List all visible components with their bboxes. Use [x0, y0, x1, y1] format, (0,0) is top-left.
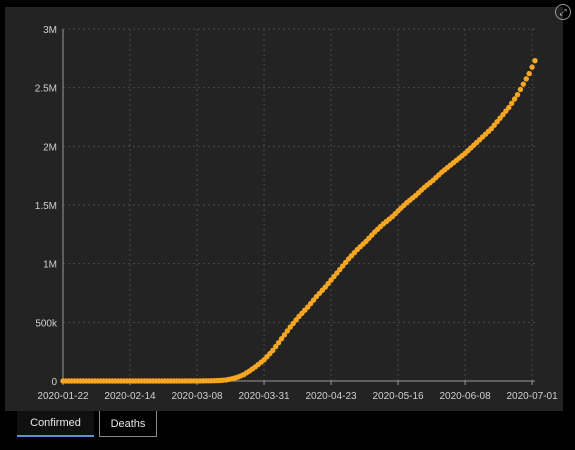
data-point — [526, 70, 532, 77]
axes — [62, 29, 535, 385]
y-tick-label: 2.5M — [35, 84, 57, 95]
x-tick-label: 2020-03-31 — [238, 391, 290, 402]
x-tick-label: 2020-07-01 — [507, 391, 559, 402]
data-points — [60, 57, 538, 384]
y-tick-label: 0 — [51, 377, 57, 388]
y-tick-label: 3M — [43, 25, 57, 36]
x-tick-label: 2020-01-22 — [37, 391, 89, 402]
x-tick-label: 2020-05-16 — [372, 391, 424, 402]
x-tick-label: 2020-06-08 — [439, 391, 491, 402]
data-point — [517, 86, 524, 93]
expand-icon: ⤢ — [559, 7, 567, 17]
x-tick-label: 2020-04-23 — [305, 391, 357, 402]
tab-confirmed-label: Confirmed — [30, 417, 81, 429]
y-tick-label: 1M — [43, 260, 57, 271]
y-tick-label: 1.5M — [35, 201, 57, 212]
line-chart: 0 500k 1M 1.5M 2M 2.5M 3M 2020-01-22 2020-02-14 2… — [35, 25, 558, 402]
y-tick-label: 2M — [43, 142, 57, 153]
data-point — [529, 64, 535, 70]
data-point — [532, 57, 538, 64]
expand-button[interactable]: ⤢ — [555, 4, 571, 20]
tick-labels: 0 500k 1M 1.5M 2M 2.5M 3M 2020-01-22 2020-02-14 2… — [35, 25, 558, 402]
x-tick-label: 2020-02-14 — [104, 391, 156, 402]
data-point — [523, 76, 529, 82]
chart-panel: 0 500k 1M 1.5M 2M 2.5M 3M 2020-01-22 2020-02-14 2… — [5, 7, 563, 411]
tab-deaths[interactable]: Deaths — [99, 411, 157, 437]
x-tick-label: 2020-03-08 — [171, 391, 223, 402]
tab-deaths-label: Deaths — [110, 417, 146, 430]
data-point — [520, 81, 527, 87]
grid-lines — [62, 28, 535, 381]
data-point — [514, 92, 521, 98]
y-tick-label: 500k — [35, 318, 58, 329]
tab-confirmed[interactable]: Confirmed — [17, 411, 94, 437]
